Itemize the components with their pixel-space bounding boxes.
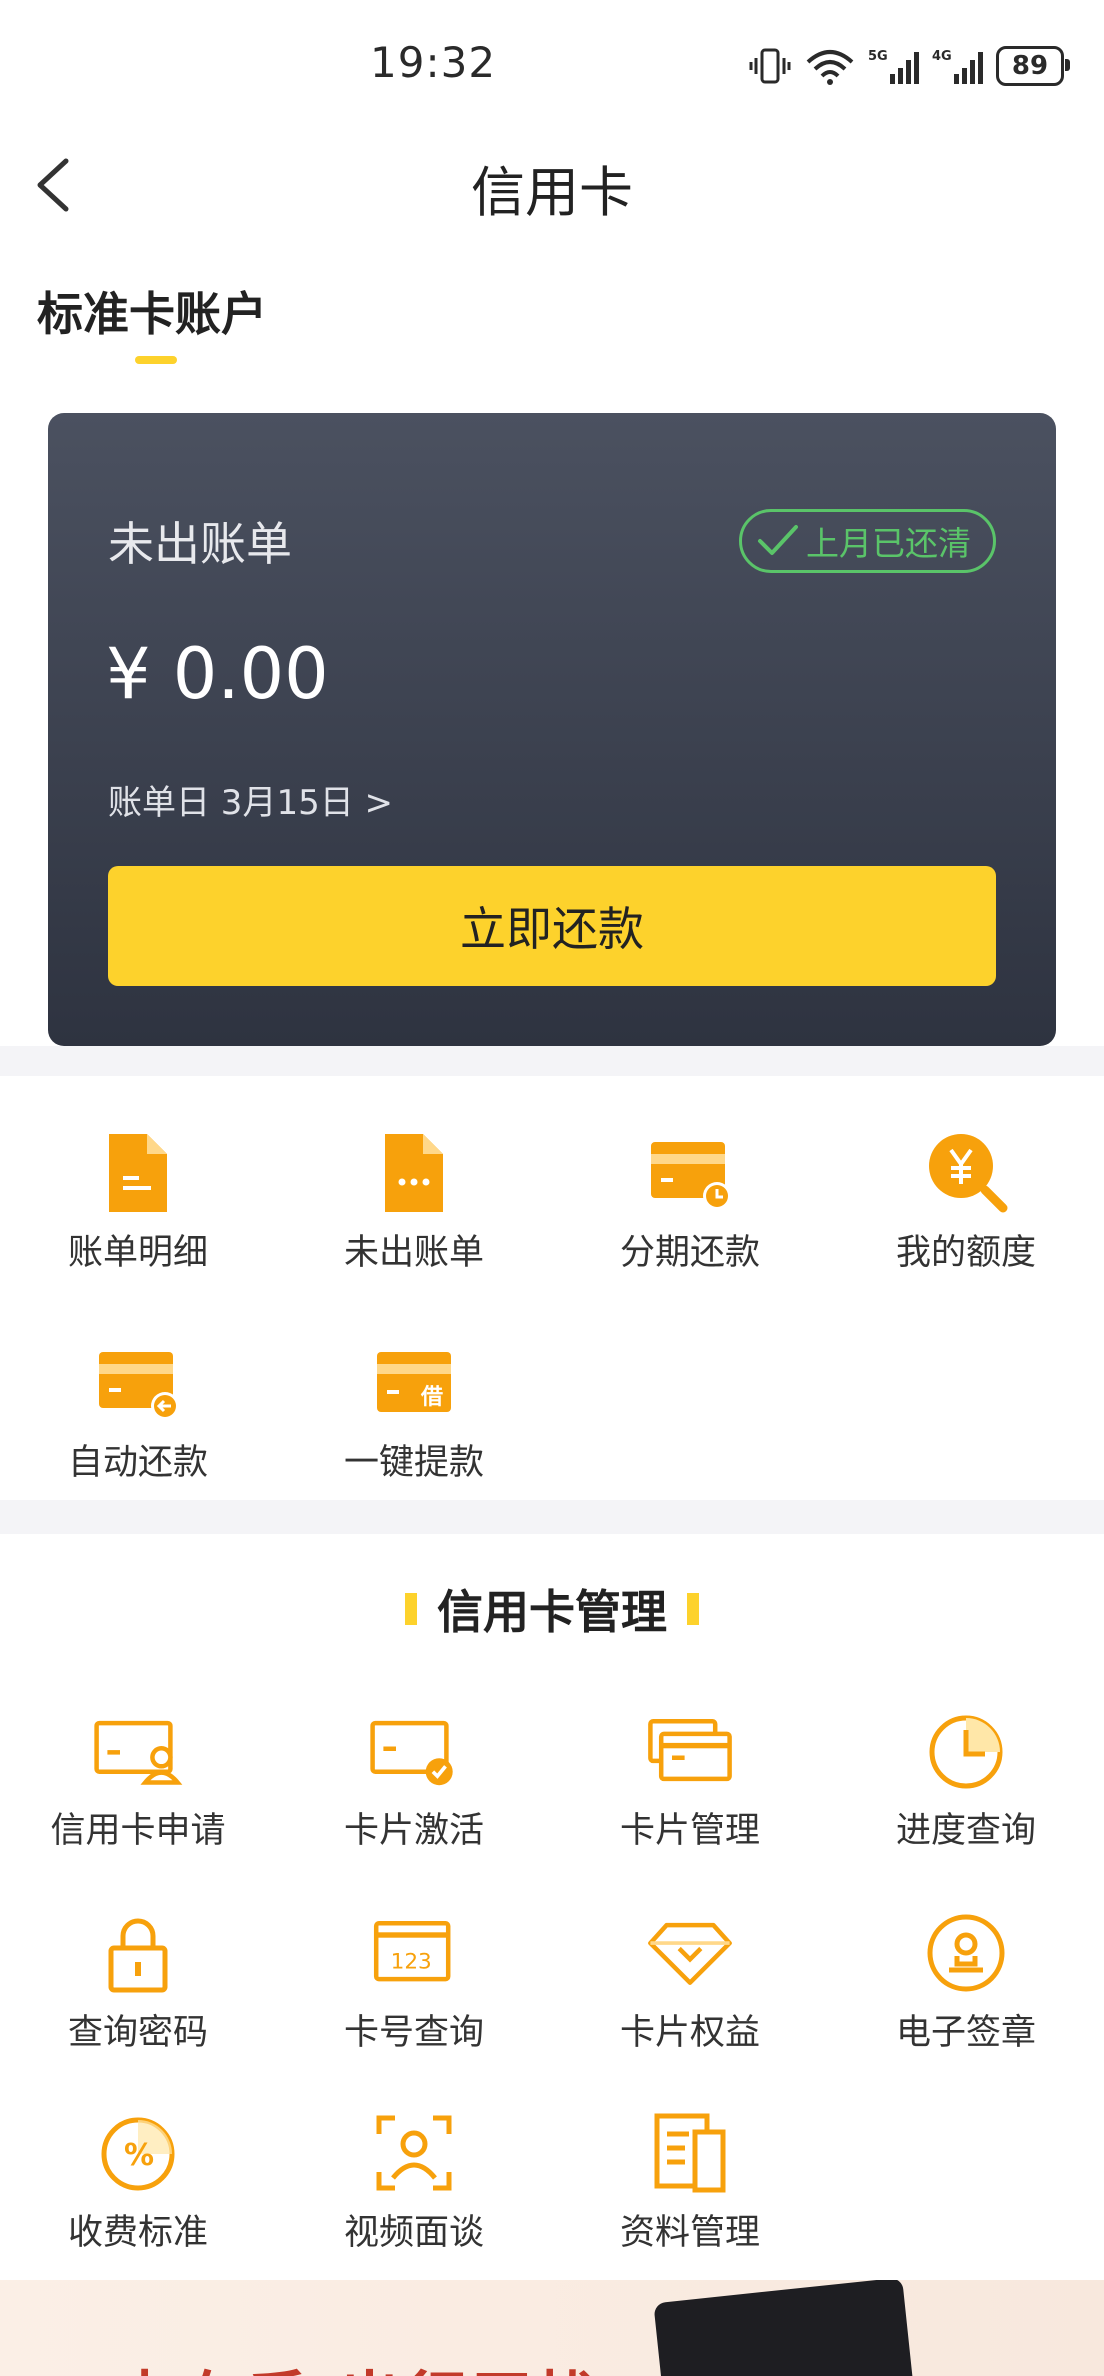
- action-label: 自动还款: [67, 1443, 208, 1483]
- mgmt-progress-query[interactable]: 进度查询: [828, 1706, 1104, 1853]
- card-return-icon: [93, 1338, 183, 1428]
- status-time: 19:32: [370, 38, 497, 87]
- action-label: 账单明细: [67, 1233, 208, 1273]
- action-label: 一键提款: [343, 1443, 484, 1483]
- clock-icon: [921, 1706, 1011, 1796]
- card-clock-icon: [645, 1128, 735, 1218]
- mgmt-video-interview[interactable]: 视频面谈: [276, 2108, 552, 2255]
- files-icon: [645, 2108, 735, 2198]
- diamond-icon: [645, 1908, 735, 1998]
- status-badge-label: 上月已还清: [806, 524, 971, 563]
- action-label: 我的额度: [895, 1233, 1036, 1273]
- action-label: 未出账单: [343, 1233, 484, 1273]
- tab-underline: [135, 356, 177, 364]
- document-icon: [93, 1128, 183, 1218]
- action-unbilled[interactable]: 未出账单: [276, 1128, 552, 1275]
- mgmt-label: 进度查询: [895, 1811, 1036, 1851]
- video-person-icon: [369, 2108, 459, 2198]
- status-bar: 19:32 5G 4G 89: [0, 0, 1104, 130]
- card-check-icon: [369, 1706, 459, 1796]
- vibrate-icon: [749, 48, 791, 84]
- mgmt-card-manage[interactable]: 卡片管理: [552, 1706, 828, 1853]
- document-dots-icon: [369, 1128, 459, 1218]
- unbilled-label: 未出账单: [108, 517, 292, 571]
- mgmt-label: 视频面谈: [343, 2213, 484, 2253]
- card-person-icon: [93, 1706, 183, 1796]
- mgmt-e-signature[interactable]: 电子签章: [828, 1908, 1104, 2055]
- action-my-limit[interactable]: 我的额度: [828, 1128, 1104, 1275]
- card-borrow-icon: 借: [369, 1338, 459, 1428]
- mgmt-card-apply[interactable]: 信用卡申请: [0, 1706, 276, 1853]
- section-divider: [0, 1500, 1104, 1534]
- banner-text: 卡在手 出行无忧: [115, 2350, 603, 2376]
- status-badge: 上月已还清: [739, 509, 996, 573]
- management-title: 信用卡管理: [437, 1585, 667, 1639]
- svg-text:%: %: [124, 2138, 154, 2173]
- stamp-icon: [921, 1908, 1011, 1998]
- repay-now-button[interactable]: 立即还款: [108, 866, 996, 986]
- svg-text:借: 借: [420, 1385, 443, 1410]
- action-installment[interactable]: 分期还款: [552, 1128, 828, 1275]
- svg-text:123: 123: [391, 1949, 432, 1974]
- battery-level: 89: [1011, 51, 1049, 81]
- percent-icon: %: [93, 2108, 183, 2198]
- action-bill-detail[interactable]: 账单明细: [0, 1128, 276, 1275]
- mgmt-label: 卡片权益: [619, 2013, 760, 2053]
- credit-card-image: [653, 2280, 917, 2376]
- mgmt-document-manage[interactable]: 资料管理: [552, 2108, 828, 2255]
- bill-date-link[interactable]: 账单日 3月15日 >: [108, 775, 393, 824]
- mgmt-card-number[interactable]: 123 卡号查询: [276, 1908, 552, 2055]
- title-accent-left: [405, 1593, 417, 1625]
- promo-banner[interactable]: 卡在手 出行无忧: [0, 2280, 1104, 2376]
- action-auto-repay[interactable]: 自动还款: [0, 1338, 276, 1485]
- cards-stack-icon: [645, 1706, 735, 1796]
- svg-text:5G: 5G: [868, 49, 888, 64]
- title-accent-right: [687, 1593, 699, 1625]
- wifi-icon: [806, 50, 854, 85]
- mgmt-label: 信用卡申请: [50, 1811, 226, 1851]
- mgmt-card-benefits[interactable]: 卡片权益: [552, 1908, 828, 2055]
- mgmt-label: 查询密码: [67, 2013, 208, 2053]
- lock-icon: [93, 1908, 183, 1998]
- mgmt-label: 卡号查询: [343, 2013, 484, 2053]
- check-icon: [758, 525, 798, 555]
- yuan-search-icon: [921, 1128, 1011, 1218]
- action-quick-withdraw[interactable]: 借 一键提款: [276, 1338, 552, 1485]
- action-label: 分期还款: [619, 1233, 760, 1273]
- mgmt-card-activate[interactable]: 卡片激活: [276, 1706, 552, 1853]
- mgmt-label: 电子签章: [895, 2013, 1036, 2053]
- mgmt-label: 资料管理: [619, 2213, 760, 2253]
- tab-standard-account[interactable]: 标准卡账户: [37, 278, 267, 344]
- mgmt-label: 收费标准: [67, 2213, 208, 2253]
- unbilled-amount: ¥ 0.00: [106, 633, 329, 715]
- account-card: 未出账单 上月已还清 ¥ 0.00 账单日 3月15日 > 立即还款: [48, 413, 1056, 1046]
- signal-5g-icon: 5G: [868, 49, 919, 84]
- section-divider: [0, 1046, 1104, 1076]
- mgmt-password-query[interactable]: 查询密码: [0, 1908, 276, 2055]
- mgmt-label: 卡片激活: [343, 1811, 484, 1851]
- signal-4g-icon: 4G: [932, 49, 983, 84]
- management-header: 信用卡管理: [0, 1576, 1104, 1642]
- page-title: 信用卡: [471, 161, 633, 224]
- status-icons: 5G 4G 89: [748, 46, 1070, 86]
- mgmt-fee-standard[interactable]: % 收费标准: [0, 2108, 276, 2255]
- battery-indicator: 89: [996, 46, 1070, 86]
- svg-text:4G: 4G: [932, 49, 952, 64]
- card-number-icon: 123: [369, 1908, 459, 1998]
- mgmt-label: 卡片管理: [619, 1811, 760, 1851]
